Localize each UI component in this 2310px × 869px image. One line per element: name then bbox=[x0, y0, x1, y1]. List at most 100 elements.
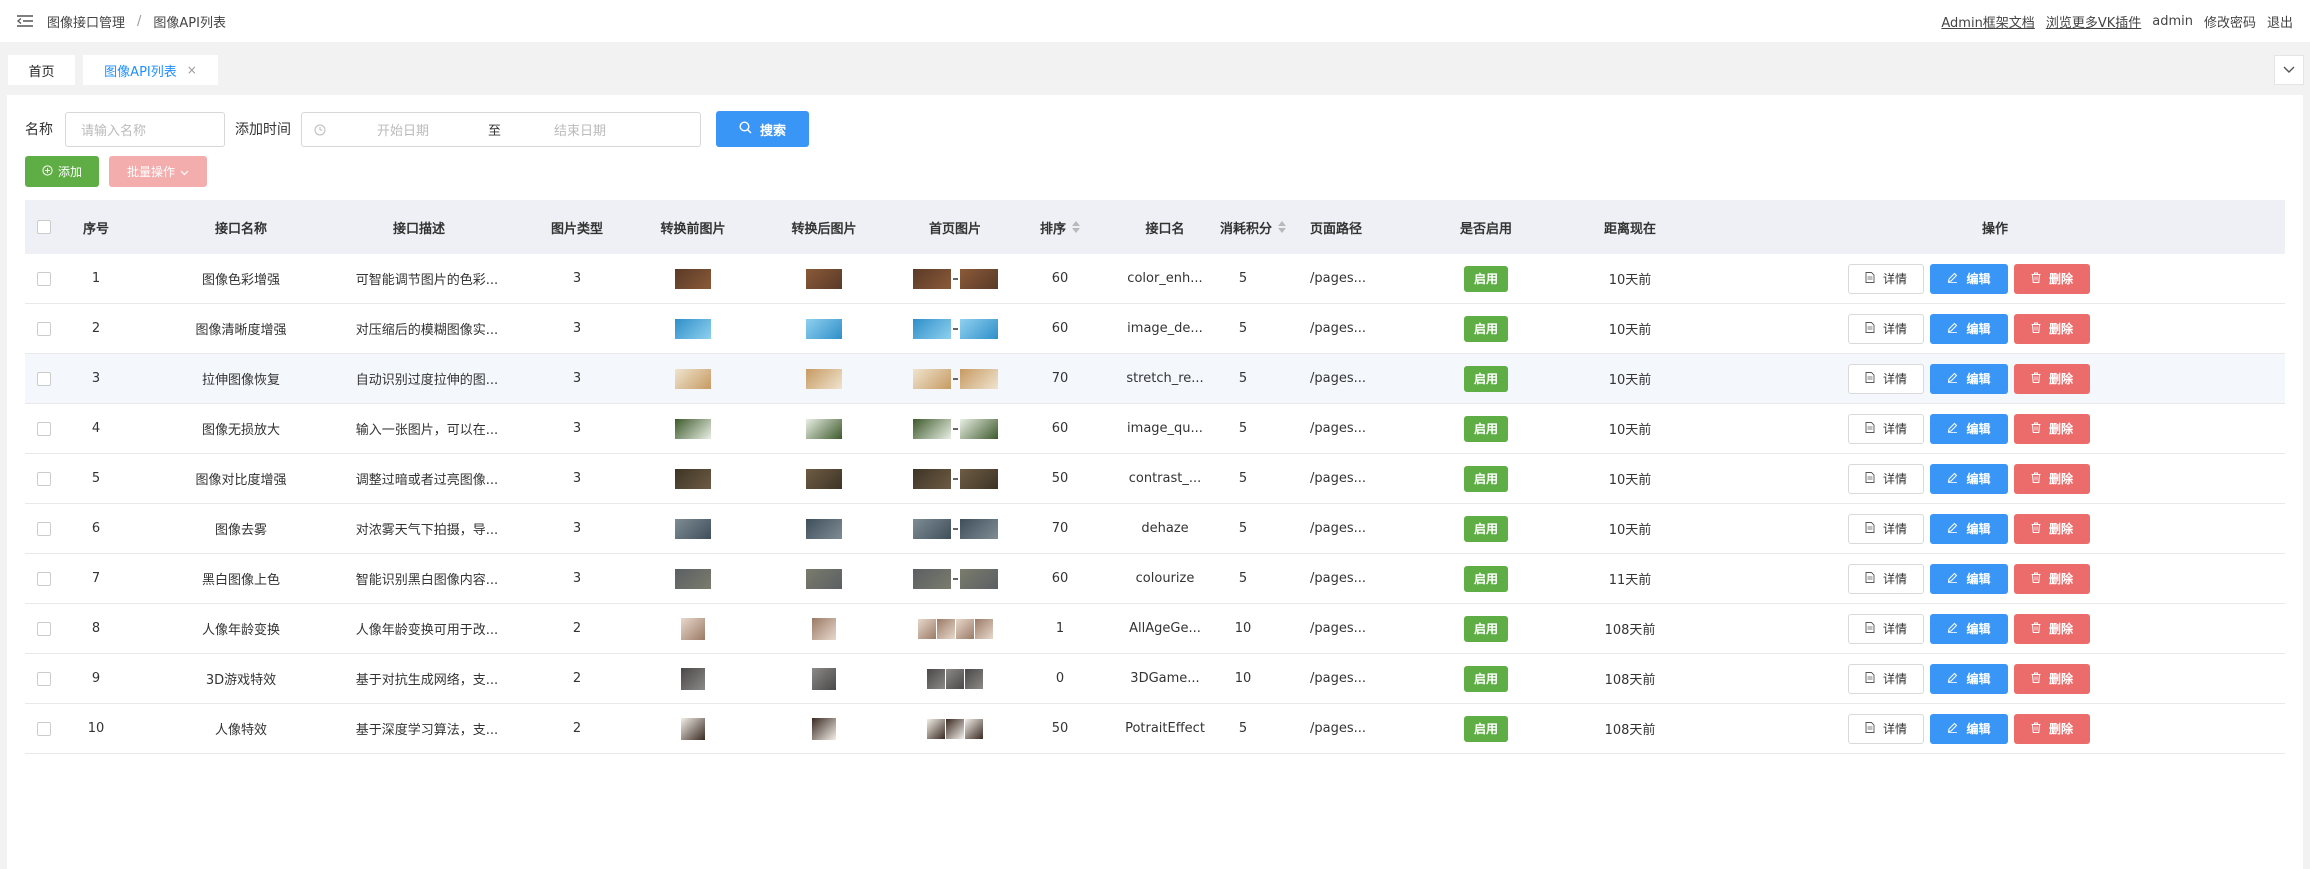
delete-button[interactable]: 删除 bbox=[2014, 263, 2090, 294]
cover-image[interactable] bbox=[912, 568, 998, 589]
enabled-tag[interactable]: 启用 bbox=[1464, 365, 1508, 392]
delete-button[interactable]: 删除 bbox=[2014, 563, 2090, 594]
enabled-tag[interactable]: 启用 bbox=[1464, 565, 1508, 592]
detail-button[interactable]: 详情 bbox=[1848, 363, 1924, 394]
after-image[interactable] bbox=[812, 717, 836, 740]
delete-button[interactable]: 删除 bbox=[2014, 713, 2090, 744]
edit-button[interactable]: 编辑 bbox=[1930, 613, 2008, 644]
row-checkbox[interactable] bbox=[37, 321, 51, 336]
detail-button[interactable]: 详情 bbox=[1848, 313, 1924, 344]
cover-image[interactable] bbox=[912, 368, 998, 389]
enabled-tag[interactable]: 启用 bbox=[1464, 265, 1508, 292]
sort-ascending-icon[interactable] bbox=[1072, 221, 1080, 226]
delete-button[interactable]: 删除 bbox=[2014, 363, 2090, 394]
row-checkbox[interactable] bbox=[37, 621, 51, 636]
username[interactable]: admin bbox=[2152, 14, 2193, 29]
edit-button[interactable]: 编辑 bbox=[1930, 513, 2008, 544]
sort-ascending-icon[interactable] bbox=[1278, 221, 1286, 226]
breadcrumb-item[interactable]: 图像接口管理 bbox=[47, 12, 125, 31]
cover-image[interactable] bbox=[917, 618, 993, 639]
detail-button[interactable]: 详情 bbox=[1848, 563, 1924, 594]
start-date-input[interactable]: 开始日期 bbox=[377, 120, 429, 139]
after-image[interactable] bbox=[812, 667, 836, 690]
delete-button[interactable]: 删除 bbox=[2014, 513, 2090, 544]
table-row[interactable]: 1 图像色彩增强 可智能调节图片的色彩... 3 60 color_enh...… bbox=[25, 254, 2285, 304]
table-row[interactable]: 6 图像去雾 对浓雾天气下拍摄，导... 3 70 dehaze 5 /page… bbox=[25, 504, 2285, 554]
before-image[interactable] bbox=[675, 568, 711, 589]
th-sort[interactable]: 排序 bbox=[1025, 200, 1095, 254]
enabled-tag[interactable]: 启用 bbox=[1464, 515, 1508, 542]
cover-image[interactable] bbox=[912, 518, 998, 539]
after-image[interactable] bbox=[806, 568, 842, 589]
before-image[interactable] bbox=[675, 368, 711, 389]
row-checkbox[interactable] bbox=[37, 671, 51, 686]
table-row[interactable]: 8 人像年龄变换 人像年龄变换可用于改... 2 1 AllAgeGe... 1… bbox=[25, 604, 2285, 654]
row-checkbox[interactable] bbox=[37, 371, 51, 386]
table-row[interactable]: 10 人像特效 基于深度学习算法，支... 2 50 PotraitEffect… bbox=[25, 704, 2285, 754]
name-input[interactable]: 请输入名称 bbox=[65, 111, 225, 147]
edit-button[interactable]: 编辑 bbox=[1930, 563, 2008, 594]
enabled-tag[interactable]: 启用 bbox=[1464, 315, 1508, 342]
select-all-checkbox[interactable] bbox=[37, 220, 51, 234]
after-image[interactable] bbox=[806, 368, 842, 389]
tab-home[interactable]: 首页 bbox=[8, 55, 75, 85]
enabled-tag[interactable]: 启用 bbox=[1464, 715, 1508, 742]
before-image[interactable] bbox=[681, 717, 705, 740]
delete-button[interactable]: 删除 bbox=[2014, 313, 2090, 344]
end-date-input[interactable]: 结束日期 bbox=[554, 120, 606, 139]
sort-caret-icon[interactable] bbox=[1278, 221, 1286, 233]
tabs-more-button[interactable] bbox=[2274, 55, 2304, 85]
enabled-tag[interactable]: 启用 bbox=[1464, 665, 1508, 692]
cover-image[interactable] bbox=[912, 418, 998, 439]
delete-button[interactable]: 删除 bbox=[2014, 463, 2090, 494]
close-icon[interactable]: × bbox=[187, 63, 197, 77]
date-range-picker[interactable]: 开始日期 至 结束日期 bbox=[301, 111, 701, 147]
after-image[interactable] bbox=[806, 318, 842, 339]
detail-button[interactable]: 详情 bbox=[1848, 413, 1924, 444]
delete-button[interactable]: 删除 bbox=[2014, 663, 2090, 694]
edit-button[interactable]: 编辑 bbox=[1930, 313, 2008, 344]
enabled-tag[interactable]: 启用 bbox=[1464, 465, 1508, 492]
table-row[interactable]: 2 图像清晰度增强 对压缩后的模糊图像实... 3 60 image_de...… bbox=[25, 304, 2285, 354]
before-image[interactable] bbox=[675, 518, 711, 539]
add-button[interactable]: 添加 bbox=[25, 156, 99, 187]
after-image[interactable] bbox=[806, 518, 842, 539]
before-image[interactable] bbox=[681, 617, 705, 640]
change-password-link[interactable]: 修改密码 bbox=[2204, 12, 2256, 31]
detail-button[interactable]: 详情 bbox=[1848, 713, 1924, 744]
row-checkbox[interactable] bbox=[37, 521, 51, 536]
before-image[interactable] bbox=[675, 418, 711, 439]
before-image[interactable] bbox=[675, 468, 711, 489]
menu-fold-icon[interactable] bbox=[17, 14, 33, 28]
delete-button[interactable]: 删除 bbox=[2014, 613, 2090, 644]
logout-link[interactable]: 退出 bbox=[2267, 12, 2293, 31]
table-row[interactable]: 4 图像无损放大 输入一张图片，可以在... 3 60 image_qu... … bbox=[25, 404, 2285, 454]
row-checkbox[interactable] bbox=[37, 721, 51, 736]
enabled-tag[interactable]: 启用 bbox=[1464, 615, 1508, 642]
detail-button[interactable]: 详情 bbox=[1848, 463, 1924, 494]
after-image[interactable] bbox=[812, 617, 836, 640]
row-checkbox[interactable] bbox=[37, 421, 51, 436]
delete-button[interactable]: 删除 bbox=[2014, 413, 2090, 444]
table-row[interactable]: 5 图像对比度增强 调整过暗或者过亮图像... 3 50 contrast_..… bbox=[25, 454, 2285, 504]
cover-image[interactable] bbox=[912, 468, 998, 489]
tab-image-api-list[interactable]: 图像API列表 × bbox=[83, 55, 218, 85]
edit-button[interactable]: 编辑 bbox=[1930, 663, 2008, 694]
detail-button[interactable]: 详情 bbox=[1848, 613, 1924, 644]
table-row[interactable]: 3 拉伸图像恢复 自动识别过度拉伸的图... 3 70 stretch_re..… bbox=[25, 354, 2285, 404]
edit-button[interactable]: 编辑 bbox=[1930, 413, 2008, 444]
cover-image[interactable] bbox=[927, 718, 983, 739]
detail-button[interactable]: 详情 bbox=[1848, 663, 1924, 694]
admin-docs-link[interactable]: Admin框架文档 bbox=[1941, 12, 2034, 31]
edit-button[interactable]: 编辑 bbox=[1930, 713, 2008, 744]
before-image[interactable] bbox=[675, 268, 711, 289]
row-checkbox[interactable] bbox=[37, 571, 51, 586]
edit-button[interactable]: 编辑 bbox=[1930, 363, 2008, 394]
before-image[interactable] bbox=[681, 667, 705, 690]
after-image[interactable] bbox=[806, 268, 842, 289]
edit-button[interactable]: 编辑 bbox=[1930, 463, 2008, 494]
row-checkbox[interactable] bbox=[37, 471, 51, 486]
detail-button[interactable]: 详情 bbox=[1848, 263, 1924, 294]
table-row[interactable]: 9 3D游戏特效 基于对抗生成网络，支... 2 0 3DGame... 10 … bbox=[25, 654, 2285, 704]
table-row[interactable]: 7 黑白图像上色 智能识别黑白图像内容... 3 60 colourize 5 … bbox=[25, 554, 2285, 604]
